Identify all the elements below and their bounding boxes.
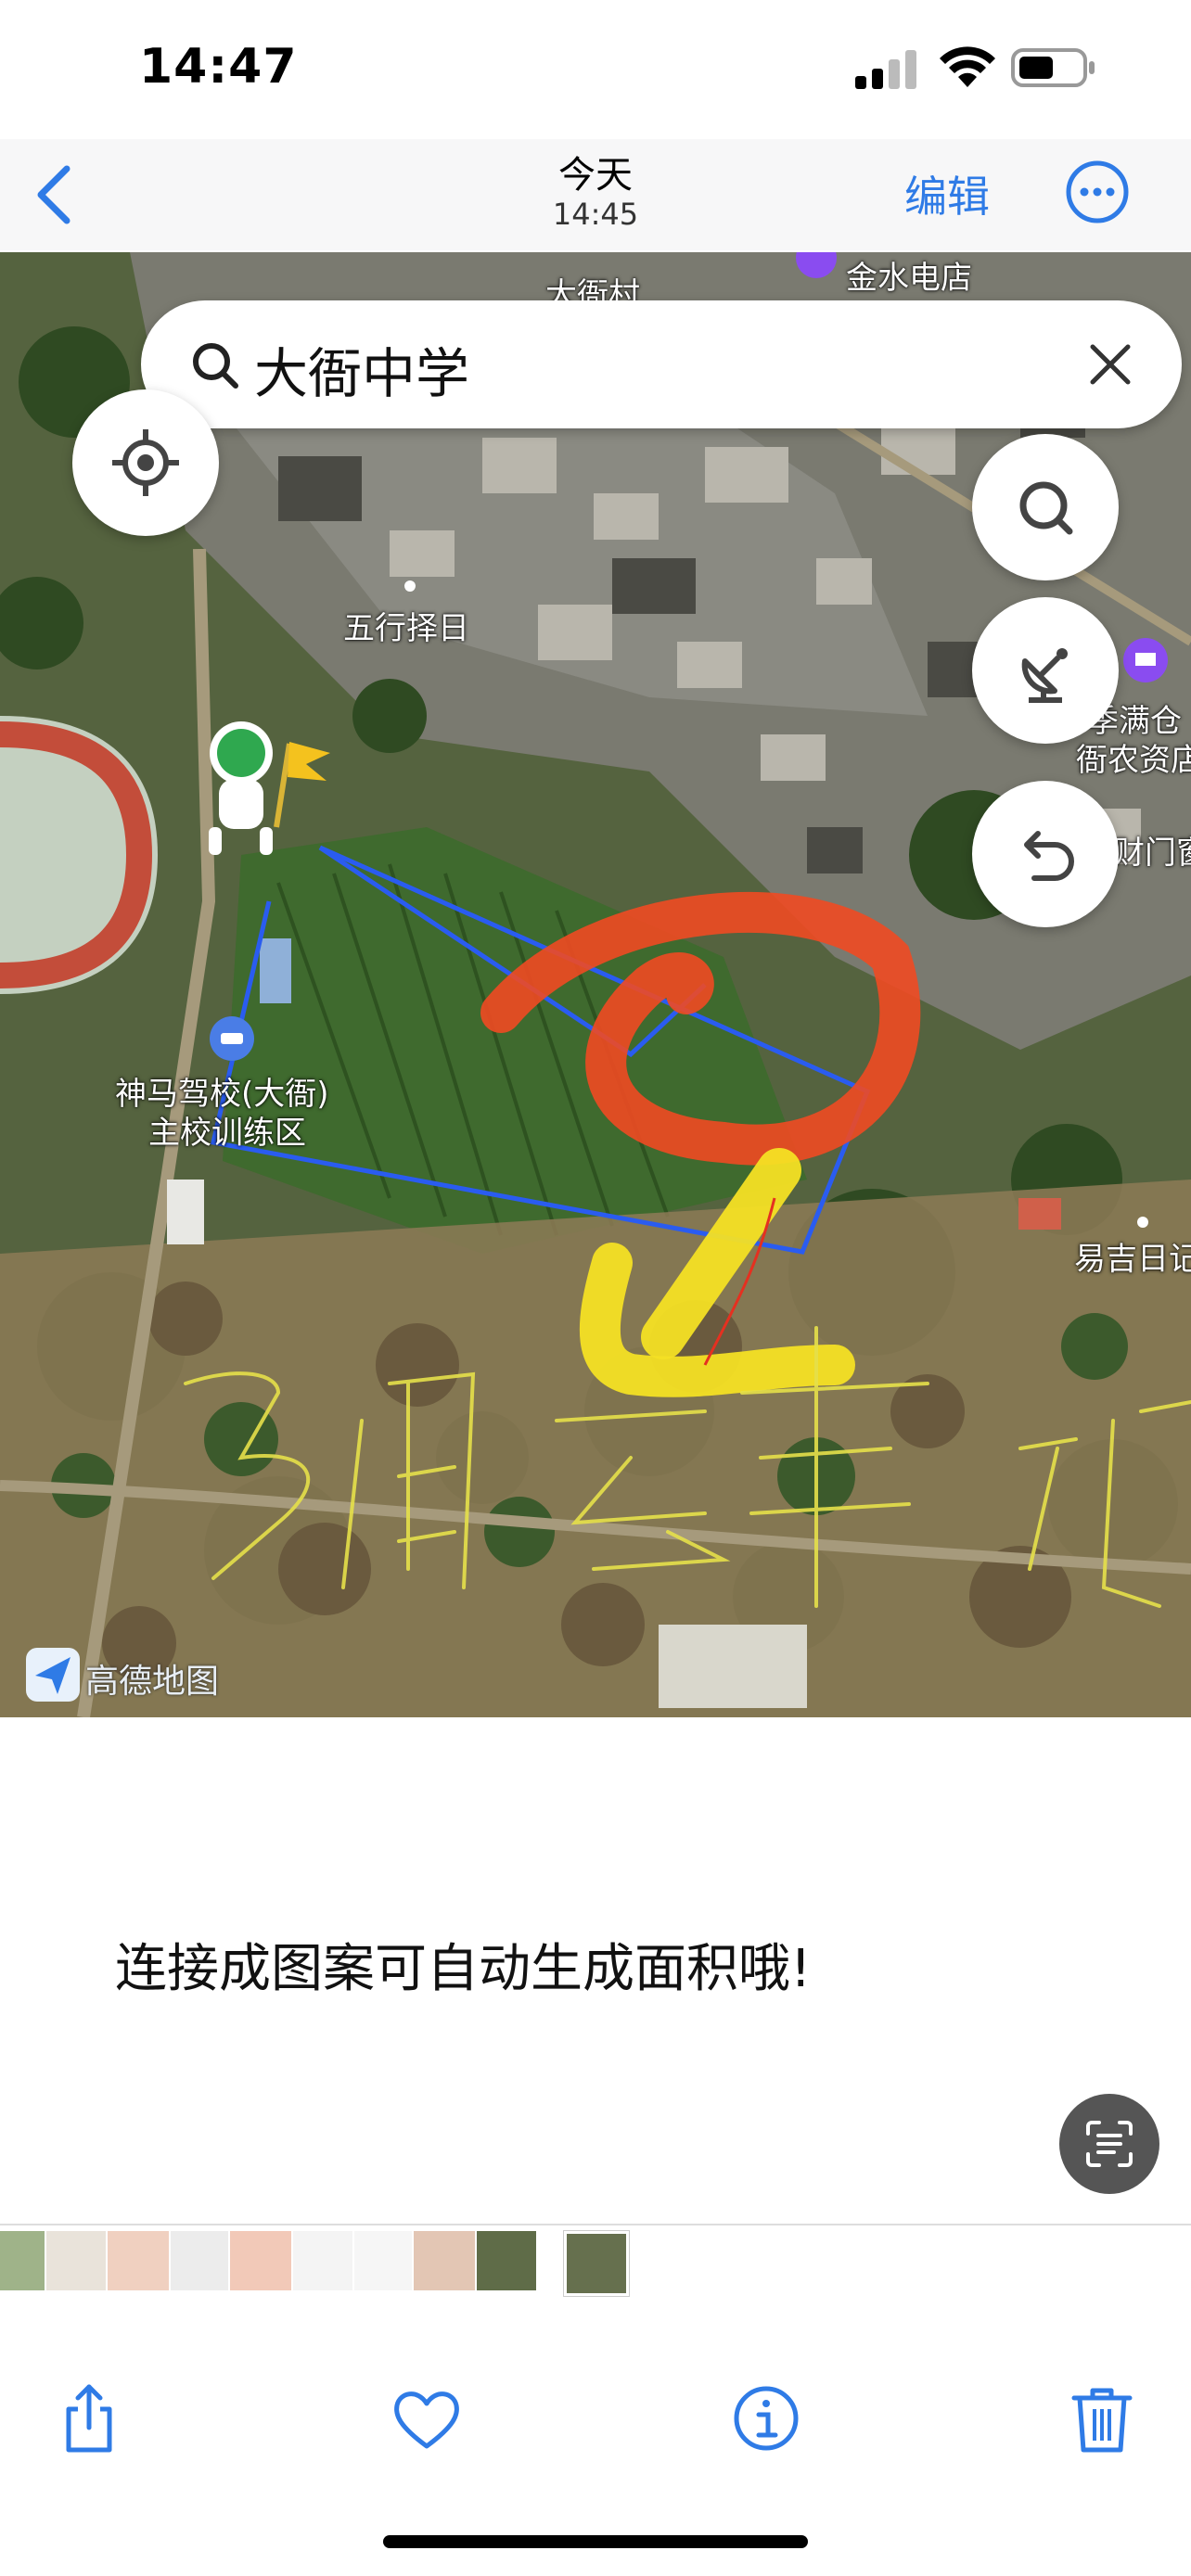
map-label-school-line2: 主校训练区	[148, 1115, 306, 1152]
photo-caption: 连接成图案可自动生成面积哦!	[115, 1939, 812, 1999]
status-time: 14:47	[139, 39, 298, 95]
map-label-right2: 衙农资店	[1076, 742, 1191, 779]
map-label-wuxing: 五行择日	[343, 610, 469, 647]
map-label-right4: 易吉日记	[1074, 1241, 1191, 1278]
locate-button[interactable]	[72, 389, 219, 536]
heart-icon[interactable]	[390, 2381, 464, 2455]
search-icon	[1019, 481, 1073, 535]
status-bar: 14:47	[0, 0, 1191, 139]
thumbnail[interactable]	[477, 2231, 536, 2290]
trash-icon[interactable]	[1065, 2381, 1139, 2455]
thumbnail[interactable]	[108, 2231, 169, 2290]
wifi-icon	[940, 46, 995, 87]
map-label-store: 金水电店	[846, 260, 972, 297]
map-label-right3: 财门窗	[1113, 835, 1191, 872]
edit-button[interactable]: 编辑	[904, 163, 990, 224]
bottom-toolbar	[0, 2298, 1191, 2576]
more-options-icon[interactable]	[1065, 159, 1130, 224]
close-icon[interactable]	[1085, 339, 1135, 389]
thumbnail[interactable]	[230, 2231, 291, 2290]
info-icon[interactable]	[729, 2381, 803, 2455]
thumbnail[interactable]	[46, 2231, 106, 2290]
search-query-text: 大衙中学	[254, 342, 470, 405]
undo-icon	[1024, 831, 1074, 881]
map-watermark: 高德地图	[85, 1663, 220, 1701]
live-text-icon	[1086, 2121, 1133, 2167]
photo-viewer[interactable]: 大衙村 金水电店 五行择日 神马驾校(大衙) 主校训练区 季满仓 衙农资店 财门…	[0, 252, 1191, 1717]
nav-date-title: 今天	[558, 154, 633, 197]
thumbnail[interactable]	[0, 2231, 45, 2290]
thumbnail-current[interactable]	[564, 2231, 629, 2296]
navigation-bar: 今天 14:45 编辑	[0, 139, 1191, 250]
share-icon[interactable]	[52, 2381, 126, 2455]
satellite-icon	[1021, 648, 1068, 703]
search-icon	[193, 343, 238, 389]
thumbnail[interactable]	[414, 2231, 475, 2290]
map-search-bar[interactable]: 大衙中学	[141, 300, 1182, 428]
home-indicator[interactable]	[383, 2535, 808, 2548]
map-search-button[interactable]	[972, 434, 1119, 580]
thumbnail[interactable]	[354, 2231, 412, 2290]
thumbnail[interactable]	[171, 2231, 228, 2290]
thumbnail-strip[interactable]	[0, 2224, 1191, 2296]
amap-logo-icon	[26, 1648, 80, 1702]
locate-icon	[112, 429, 179, 496]
satellite-layer-button[interactable]	[972, 597, 1119, 744]
battery-icon	[1011, 48, 1095, 87]
live-text-button[interactable]	[1059, 2094, 1159, 2194]
thumbnail[interactable]	[293, 2231, 352, 2290]
nav-time-subtitle: 14:45	[552, 197, 639, 232]
undo-button[interactable]	[972, 781, 1119, 927]
cellular-signal-icon	[855, 50, 916, 89]
